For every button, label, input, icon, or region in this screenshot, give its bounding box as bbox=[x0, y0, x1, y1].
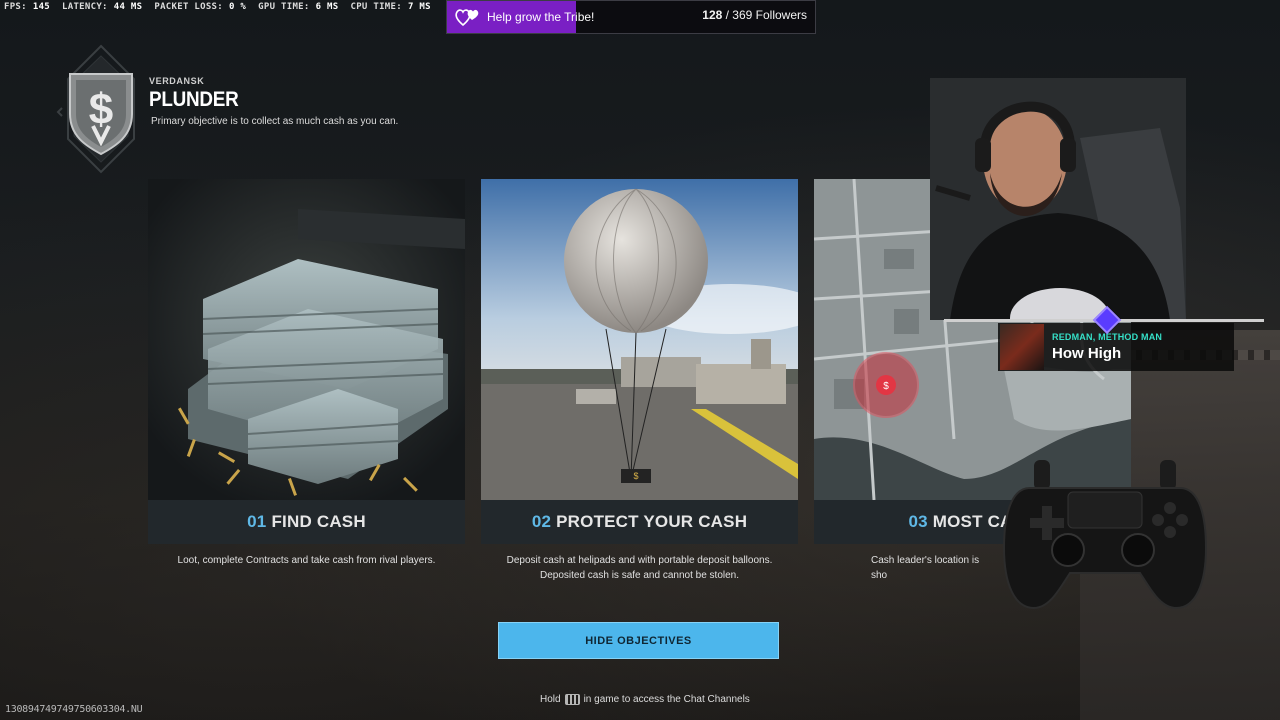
objective-card-find-cash: 01 FIND CASH bbox=[148, 179, 465, 544]
follower-count: 128 / 369 Followers bbox=[702, 8, 807, 22]
packet-loss-stat: PACKET LOSS: 0 % bbox=[154, 2, 247, 12]
webcam-feed bbox=[930, 78, 1186, 320]
album-art bbox=[1000, 324, 1044, 370]
svg-text:$: $ bbox=[633, 471, 638, 481]
hearts-icon bbox=[453, 5, 483, 29]
now-playing-widget: REDMAN, METHOD MAN How High bbox=[998, 323, 1234, 371]
keyboard-icon bbox=[564, 694, 580, 705]
chat-channel-hint: Hold in game to access the Chat Channels bbox=[540, 694, 750, 705]
objective-description: Cash leader's location is sho bbox=[871, 555, 980, 581]
cash-stacks-image bbox=[148, 179, 465, 500]
svg-text:$: $ bbox=[883, 381, 889, 392]
objective-title: 01 FIND CASH bbox=[148, 500, 465, 544]
mode-description: Primary objective is to collect as much … bbox=[151, 116, 399, 127]
follower-goal-widget: Help grow the Tribe! 128 / 369 Followers bbox=[446, 0, 816, 34]
deposit-balloon-image: $ bbox=[481, 179, 798, 500]
mode-title: PLUNDER bbox=[149, 88, 239, 111]
hide-objectives-button[interactable]: HIDE OBJECTIVES bbox=[498, 622, 779, 659]
fps-stat: FPS: 145 bbox=[4, 2, 51, 12]
map-name: VERDANSK bbox=[149, 76, 205, 86]
build-id: 130894749749750603304.NU bbox=[5, 704, 143, 715]
cpu-time-stat: CPU TIME: 7 MS bbox=[350, 2, 431, 12]
latency-stat: LATENCY: 44 MS bbox=[62, 2, 143, 12]
gamepad-icon bbox=[1000, 458, 1210, 610]
objective-description: Loot, complete Contracts and take cash f… bbox=[177, 555, 436, 566]
objective-description: Deposit cash at helipads and with portab… bbox=[506, 555, 773, 581]
dollar-shield-icon: $ bbox=[56, 44, 146, 174]
performance-stats: FPS: 145 LATENCY: 44 MS PACKET LOSS: 0 % GP… bbox=[4, 2, 431, 12]
song-title: How High bbox=[1052, 345, 1122, 362]
objective-title: 02 PROTECT YOUR CASH bbox=[481, 500, 798, 544]
gpu-time-stat: GPU TIME: 6 MS bbox=[258, 2, 339, 12]
follower-goal-message: Help grow the Tribe! bbox=[487, 10, 595, 24]
objective-card-protect-cash: $ 02 PROTECT YOUR CASH bbox=[481, 179, 798, 544]
